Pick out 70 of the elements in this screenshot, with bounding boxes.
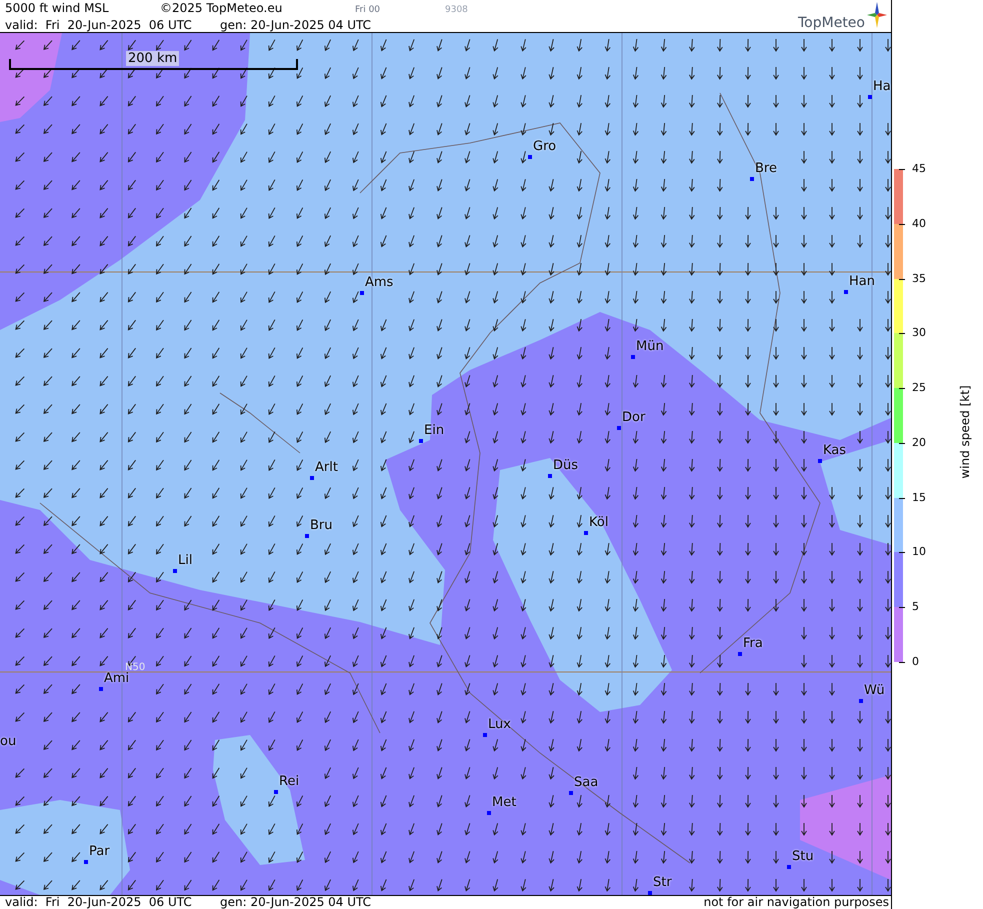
brand-logo-text: TopMeteo [798,15,865,31]
city-marker-icon [648,891,652,895]
city-marker-icon [84,860,88,864]
city-marker-icon [305,534,309,538]
city-marker-icon [483,733,487,737]
scale-tick-label: 0 [912,656,919,668]
scale-tick-label: 5 [912,601,919,614]
city-marker-icon [844,290,848,294]
city-marker-icon [868,95,872,99]
scale-tick-label: 20 [912,436,926,449]
city-label: ou [0,734,16,749]
city-marker-icon [738,652,742,656]
city-label: Stu [792,849,814,864]
city-label: Rei [279,774,300,789]
valid-time: valid: Fri 20-Jun-2025 06 UTC [5,896,193,909]
map-title: 5000 ft wind MSL [5,1,110,16]
city-label: Mün [636,339,664,354]
city-marker-icon [173,569,177,573]
city-label: Bru [310,518,333,533]
compass-star-icon [867,2,887,28]
city-label: Ein [424,423,444,438]
code-label: 9308 [445,4,468,17]
city-marker-icon [569,791,573,795]
scale-tick-label: 45 [912,163,926,175]
valid-time: valid: Fri 20-Jun-2025 06 UTC [5,18,193,33]
city-label: Ha [873,79,891,94]
generated-time: gen: 20-Jun-2025 04 UTC [220,18,372,33]
city-label: Lil [178,553,192,568]
city-label: Han [849,274,875,289]
scale-label: 200 km [126,51,180,66]
city-marker-icon [360,291,364,295]
city-marker-icon [859,699,863,703]
city-marker-icon [310,476,314,480]
disclaimer-text: not for air navigation purposes [704,896,889,909]
city-marker-icon [787,865,791,869]
legend-title: wind speed [kt] [958,384,972,481]
city-marker-icon [274,790,278,794]
city-marker-icon [750,177,754,181]
scale-tick-label: 35 [912,272,926,285]
city-label: Kas [823,443,846,458]
city-marker-icon [584,531,588,535]
city-marker-icon [548,474,552,478]
scale-tick-label: 40 [912,218,926,230]
city-marker-icon [419,439,423,443]
city-marker-icon [528,155,532,159]
city-label: Arlt [315,460,338,475]
city-label: Gro [533,139,556,154]
city-label: Met [492,795,516,810]
city-label: Ami [104,671,130,686]
scale-tick-label: 30 [912,327,926,340]
run-label: Fri 00 [355,4,382,17]
city-label: Ams [365,275,394,290]
city-label: Dor [622,410,646,425]
city-label: Düs [553,458,578,473]
city-marker-icon [617,426,621,430]
city-marker-icon [818,459,822,463]
scale-tick-label: 15 [912,492,926,504]
city-marker-icon [631,355,635,359]
scale-tick-label: 25 [912,382,926,394]
city-label: Köl [589,515,608,530]
city-label: Wü [864,683,885,698]
latitude-label: N50 [125,661,146,673]
city-label: Str [653,875,672,890]
city-marker-icon [99,687,103,691]
copyright-text: ©2025 TopMeteo.eu [160,1,284,16]
generated-time: gen: 20-Jun-2025 04 UTC [220,896,372,909]
city-marker-icon [487,811,491,815]
city-label: Fra [743,636,763,651]
scale-tick-label: 10 [912,546,926,558]
city-label: Par [89,844,110,859]
